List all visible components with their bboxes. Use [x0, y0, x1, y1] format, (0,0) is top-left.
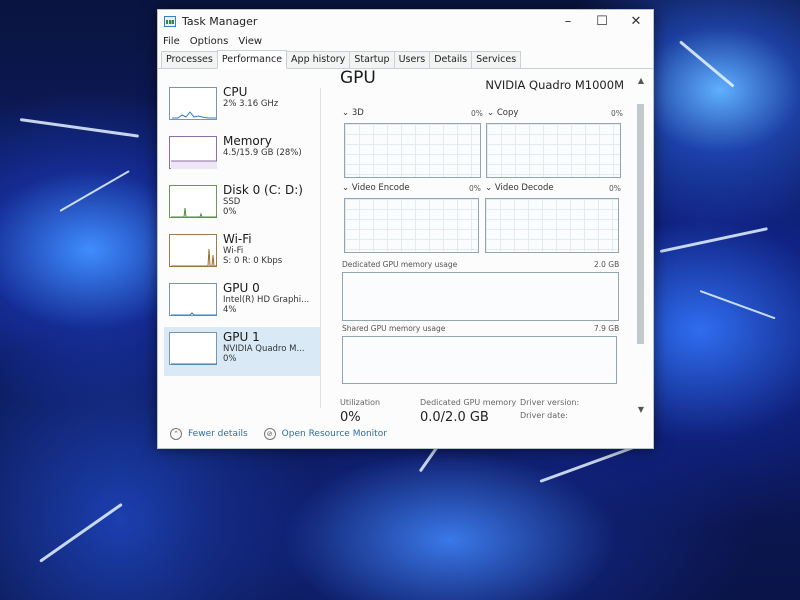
- engine-video-decode-value: 0%: [609, 184, 621, 193]
- sidebar-item-detail: 2% 3.16 GHz: [223, 98, 279, 109]
- engine-video-encode-label[interactable]: ⌄ Video Encode: [342, 183, 410, 193]
- dedicated-memory-max: 2.0 GB: [594, 260, 620, 269]
- title-bar[interactable]: Task Manager – ☐ ✕: [158, 10, 653, 32]
- menu-bar: File Options View: [158, 32, 653, 50]
- sidebar-item-cpu[interactable]: CPU 2% 3.16 GHz: [164, 82, 320, 131]
- scroll-down-icon[interactable]: ▼: [636, 405, 646, 414]
- wallpaper-streak: [59, 170, 130, 212]
- tab-services[interactable]: Services: [471, 51, 522, 68]
- close-button[interactable]: ✕: [619, 10, 653, 32]
- driver-version-label: Driver version:: [520, 398, 580, 407]
- open-resource-monitor-link[interactable]: ⊘ Open Resource Monitor: [263, 428, 387, 440]
- tab-startup[interactable]: Startup: [349, 51, 395, 68]
- sidebar-item-value: 0%: [223, 206, 237, 217]
- utilization-label: Utilization: [340, 398, 381, 407]
- driver-info: Driver version: Driver date:: [520, 398, 579, 420]
- engine-copy-value: 0%: [611, 109, 623, 118]
- engine-copy-graph: [486, 123, 621, 178]
- panel-divider: [320, 88, 321, 408]
- engine-video-encode-value: 0%: [469, 184, 481, 193]
- tab-users[interactable]: Users: [393, 51, 431, 68]
- performance-content: CPU 2% 3.16 GHz Memory 4.5/15.9 GB (28%): [158, 68, 653, 448]
- gpu-detail-panel: GPU NVIDIA Quadro M1000M ⌄ 3D 0% ⌄ Copy …: [340, 68, 640, 442]
- footer-bar: ⌃ Fewer details ⊘ Open Resource Monitor: [158, 420, 653, 448]
- sidebar-item-name: Wi-Fi: [223, 232, 252, 246]
- sidebar-item-disk[interactable]: Disk 0 (C: D:) SSD 0%: [164, 180, 320, 229]
- sidebar-item-memory[interactable]: Memory 4.5/15.9 GB (28%): [164, 131, 320, 180]
- tab-app-history[interactable]: App history: [286, 51, 351, 68]
- sidebar-item-gpu1[interactable]: GPU 1 NVIDIA Quadro M... 0%: [164, 327, 320, 376]
- gpu0-thumbnail-graph: [169, 283, 217, 316]
- sidebar-item-name: CPU: [223, 85, 248, 99]
- wallpaper-streak: [19, 118, 140, 138]
- sidebar-item-value: 4%: [223, 304, 237, 315]
- cpu-thumbnail-graph: [169, 87, 217, 120]
- driver-date-label: Driver date:: [520, 411, 568, 420]
- tab-details[interactable]: Details: [429, 51, 473, 68]
- wallpaper-streak: [659, 227, 768, 253]
- wallpaper-streak: [699, 290, 776, 320]
- gpu-model-name: NVIDIA Quadro M1000M: [485, 78, 624, 92]
- wallpaper-streak: [679, 40, 735, 88]
- dedicated-memory-stat-label: Dedicated GPU memory: [420, 398, 517, 407]
- scroll-up-icon[interactable]: ▲: [636, 76, 646, 85]
- scroll-thumb[interactable]: [637, 104, 644, 344]
- vertical-scrollbar[interactable]: ▲ ▼: [636, 76, 646, 414]
- sidebar-item-name: GPU 1: [223, 330, 260, 344]
- menu-file[interactable]: File: [163, 36, 180, 47]
- sidebar-item-name: Disk 0 (C: D:): [223, 183, 303, 197]
- engine-3d-label[interactable]: ⌄ 3D: [342, 108, 364, 118]
- sidebar-item-gpu0[interactable]: GPU 0 Intel(R) HD Graphi... 4%: [164, 278, 320, 327]
- chevron-up-icon: ⌃: [170, 428, 182, 440]
- engine-video-decode-graph: [485, 198, 619, 253]
- sidebar-item-wifi[interactable]: Wi-Fi Wi-Fi S: 0 R: 0 Kbps: [164, 229, 320, 278]
- shared-memory-max: 7.9 GB: [594, 324, 620, 333]
- disk-thumbnail-graph: [169, 185, 217, 218]
- menu-view[interactable]: View: [238, 36, 262, 47]
- task-manager-window: Task Manager – ☐ ✕ File Options View Pro…: [157, 9, 654, 449]
- tab-processes[interactable]: Processes: [161, 51, 218, 68]
- engine-copy-label[interactable]: ⌄ Copy: [487, 108, 518, 118]
- dedicated-memory-label: Dedicated GPU memory usage: [342, 260, 458, 269]
- sidebar-item-value: 0%: [223, 353, 237, 364]
- shared-memory-label: Shared GPU memory usage: [342, 324, 446, 333]
- engine-video-encode-graph: [344, 198, 479, 253]
- window-title: Task Manager: [182, 14, 258, 28]
- menu-options[interactable]: Options: [190, 36, 229, 47]
- engine-3d-graph: [344, 123, 481, 178]
- tab-performance[interactable]: Performance: [216, 50, 288, 69]
- engine-3d-value: 0%: [471, 109, 483, 118]
- gpu1-thumbnail-graph: [169, 332, 217, 365]
- page-title: GPU: [340, 68, 376, 88]
- shared-memory-graph: [342, 336, 617, 384]
- wifi-thumbnail-graph: [169, 234, 217, 267]
- maximize-button[interactable]: ☐: [585, 10, 619, 32]
- minimize-button[interactable]: –: [551, 10, 585, 32]
- memory-thumbnail-graph: [169, 136, 217, 169]
- tab-strip: Processes Performance App history Startu…: [158, 50, 653, 69]
- sidebar-item-detail: 4.5/15.9 GB (28%): [223, 147, 302, 158]
- resource-sidebar: CPU 2% 3.16 GHz Memory 4.5/15.9 GB (28%): [164, 82, 320, 424]
- sidebar-item-name: GPU 0: [223, 281, 260, 295]
- task-manager-icon: [164, 15, 176, 27]
- sidebar-item-value: S: 0 R: 0 Kbps: [223, 255, 283, 266]
- sidebar-item-name: Memory: [223, 134, 272, 148]
- dedicated-memory-graph: [342, 272, 619, 321]
- resource-monitor-icon: ⊘: [263, 428, 276, 440]
- engine-video-decode-label[interactable]: ⌄ Video Decode: [485, 183, 554, 193]
- fewer-details-button[interactable]: ⌃ Fewer details: [170, 428, 248, 440]
- wallpaper-streak: [39, 502, 123, 563]
